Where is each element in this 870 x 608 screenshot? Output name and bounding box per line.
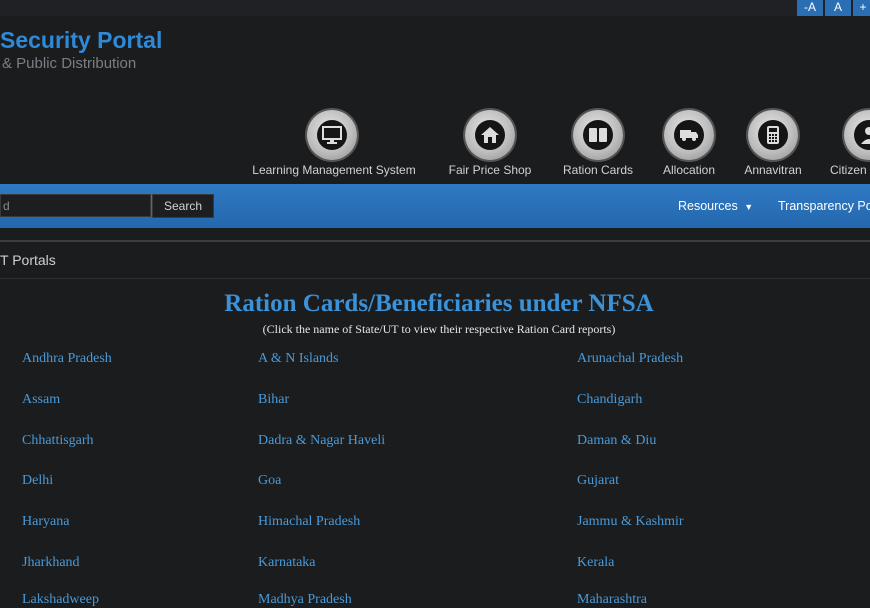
nav-ration-cards[interactable]: Ration Cards [560,110,636,177]
state-link[interactable]: Arunachal Pradesh [577,351,683,367]
state-link[interactable]: Jammu & Kashmir [577,514,684,530]
nav-annavitran[interactable]: Annavitran [742,110,804,177]
state-link[interactable]: Himachal Pradesh [258,514,360,530]
state-link[interactable]: Karnataka [258,555,316,571]
menu-resources[interactable]: Resources ▼ [678,199,753,213]
breadcrumb: T Portals [0,252,56,268]
state-link[interactable]: Madhya Pradesh [258,592,352,608]
state-link[interactable]: Gujarat [577,473,619,489]
state-link[interactable]: Lakshadweep [22,592,99,608]
menu-resources-label: Resources [678,199,738,213]
nav-learning-management-system[interactable]: Learning Management System [247,110,421,177]
state-link[interactable]: Bihar [258,392,289,408]
menu-transparency-portal[interactable]: Transparency Po [778,199,870,213]
search-input[interactable] [0,194,151,217]
nav-label: Fair Price Shop [448,163,532,177]
nav-allocation[interactable]: Allocation [660,110,718,177]
state-link[interactable]: Goa [258,473,281,489]
state-link[interactable]: Maharashtra [577,592,647,608]
state-link[interactable]: Jharkhand [22,555,80,571]
divider [0,240,870,242]
site-title[interactable]: Security Portal [0,27,162,54]
page-heading: Ration Cards/Beneficiaries under NFSA [224,290,654,317]
nav-label: Ration Cards [562,163,634,177]
pos-terminal-icon [767,126,779,144]
truck-icon [680,130,698,141]
nav-label: Annavitran [744,163,802,177]
divider [0,278,870,279]
monitor-icon [322,126,342,144]
site-subtitle: & Public Distribution [2,55,137,72]
state-link[interactable]: Chandigarh [577,392,642,408]
person-icon [861,127,870,144]
decrease-font-button[interactable]: -A [797,0,823,16]
state-link[interactable]: Daman & Diu [577,433,656,449]
page-subheading: (Click the name of State/UT to view thei… [262,322,616,336]
state-link[interactable]: Dadra & Nagar Haveli [258,433,385,449]
book-icon [589,128,607,142]
state-link[interactable]: Haryana [22,514,69,530]
nav-label: Allocation [662,163,716,177]
top-utility-bar [0,0,870,16]
state-link[interactable]: Assam [22,392,60,408]
nav-label: Citizen [830,163,867,177]
state-link[interactable]: Kerala [577,555,614,571]
normal-font-button[interactable]: A [825,0,851,16]
state-link[interactable]: Andhra Pradesh [22,351,112,367]
caret-down-icon: ▼ [744,202,754,212]
increase-font-button[interactable]: + [853,0,870,16]
search-button[interactable]: Search [152,194,214,218]
nav-label: Learning Management System [252,163,416,177]
state-link[interactable]: Delhi [22,473,53,489]
state-link[interactable]: A & N Islands [258,351,339,367]
nav-fair-price-shop[interactable]: Fair Price Shop [445,110,535,177]
nav-citizen[interactable]: Citizen [828,110,870,177]
house-icon [481,127,499,143]
state-link[interactable]: Chhattisgarh [22,433,94,449]
